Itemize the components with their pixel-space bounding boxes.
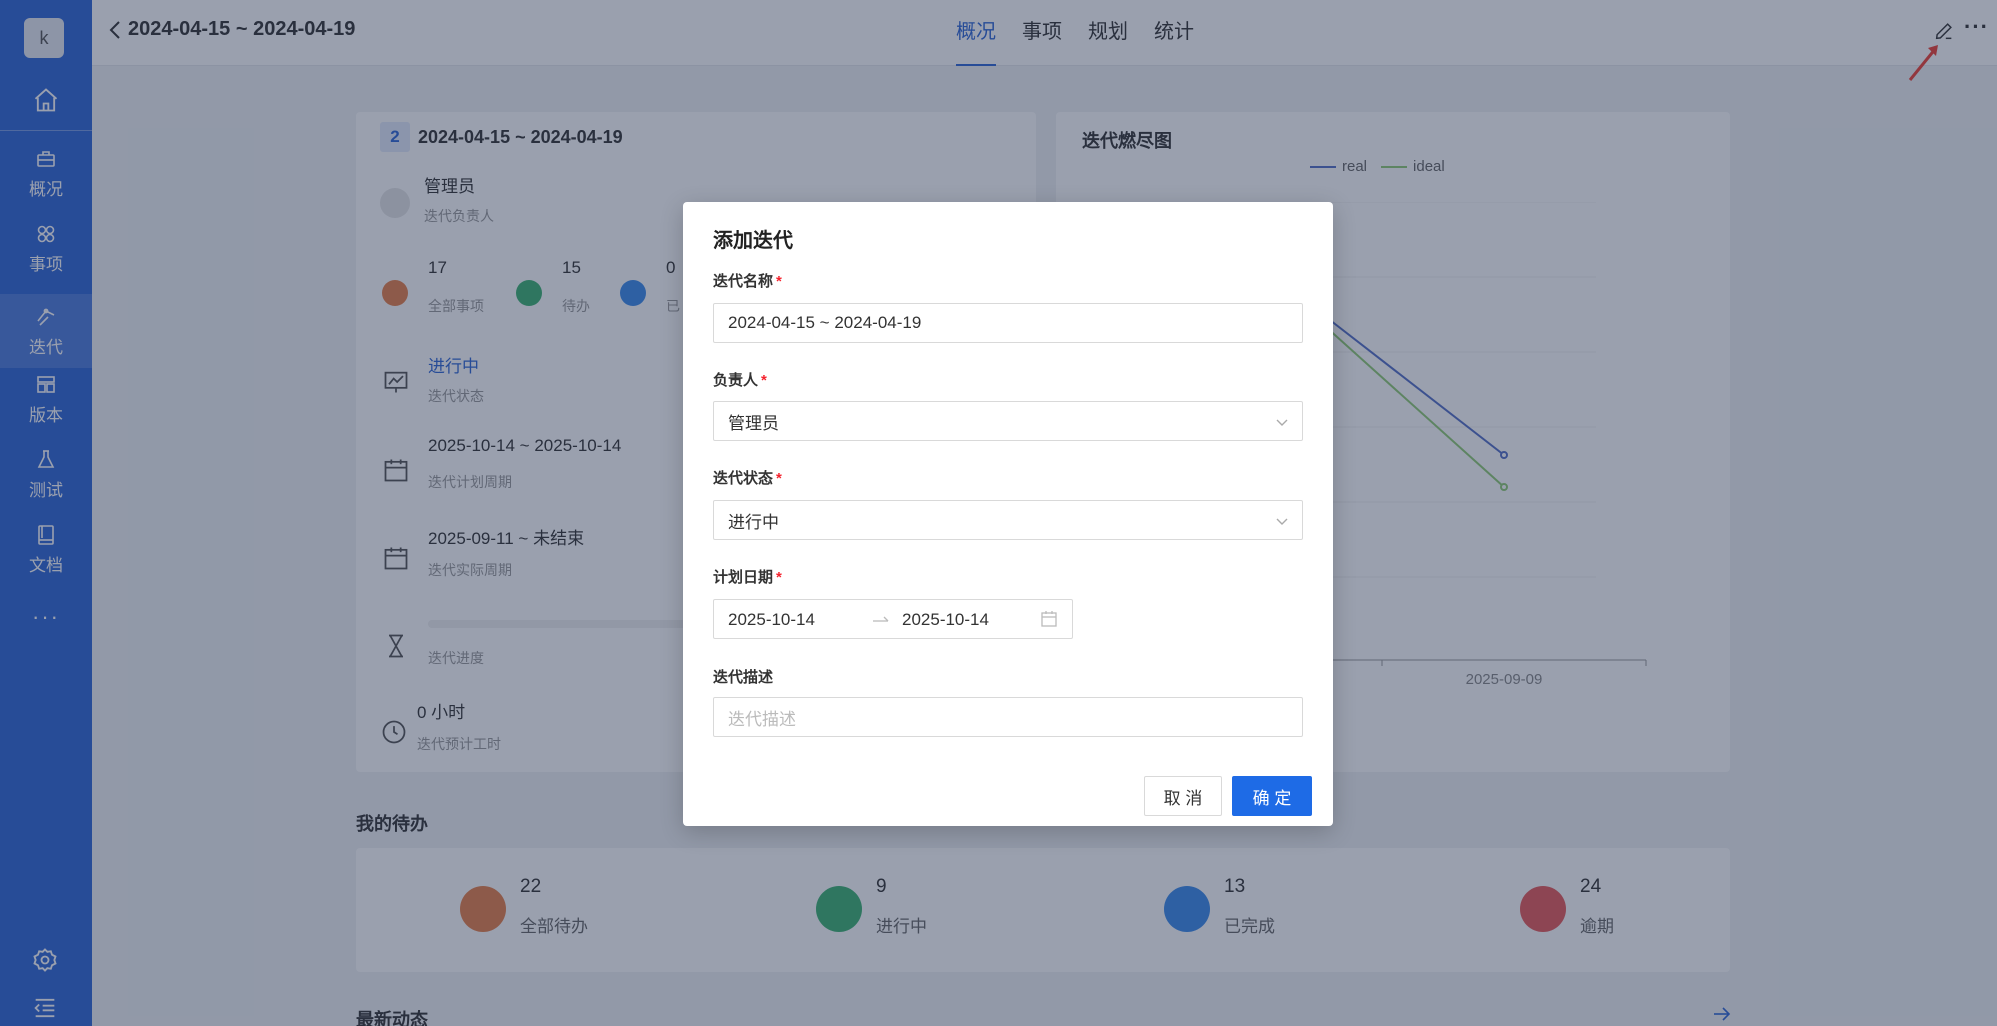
status-label: 迭代状态 * <box>713 470 782 487</box>
desc-label: 迭代描述 <box>713 669 774 686</box>
required-mark: * <box>776 273 782 290</box>
description-input[interactable]: 迭代描述 <box>713 697 1303 737</box>
date-label: 计划日期 * <box>713 569 782 586</box>
cancel-button[interactable]: 取 消 <box>1144 776 1222 816</box>
required-mark: * <box>761 372 767 389</box>
modal-title: 添加迭代 <box>713 230 793 252</box>
confirm-button[interactable]: 确 定 <box>1232 776 1312 816</box>
date-end[interactable]: 2025-10-14 <box>902 610 989 630</box>
required-mark: * <box>776 569 782 586</box>
status-select[interactable]: 进行中 <box>713 500 1303 540</box>
owner-select[interactable]: 管理员 <box>713 401 1303 441</box>
chevron-down-icon <box>1276 419 1288 426</box>
status-select-value: 进行中 <box>728 512 779 532</box>
owner-select-value: 管理员 <box>728 413 779 433</box>
chevron-down-icon <box>1276 518 1288 525</box>
add-iteration-modal: 添加迭代 迭代名称 * 2024-04-15 ~ 2024-04-19 负责人 * … <box>683 202 1333 826</box>
date-range-picker[interactable]: 2025-10-14 2025-10-14 <box>713 599 1073 639</box>
required-mark: * <box>776 470 782 487</box>
calendar-icon <box>1041 611 1057 627</box>
owner-label: 负责人 * <box>713 372 767 389</box>
arrow-right-icon <box>873 616 889 622</box>
iteration-name-input[interactable]: 2024-04-15 ~ 2024-04-19 <box>713 303 1303 343</box>
name-label: 迭代名称 * <box>713 273 782 290</box>
date-start[interactable]: 2025-10-14 <box>728 610 815 630</box>
